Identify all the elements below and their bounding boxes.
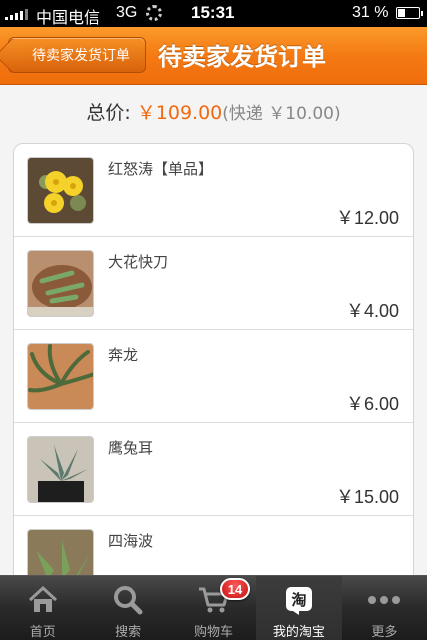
tab-home[interactable]: 首页 (0, 576, 85, 640)
list-item[interactable]: 四海波 (14, 516, 413, 582)
shipping-fee: (快递 ￥10.00) (222, 104, 341, 124)
svg-text:淘: 淘 (290, 591, 306, 609)
more-icon (368, 596, 401, 604)
search-icon (114, 586, 143, 615)
item-thumbnail (27, 436, 94, 503)
tab-label: 搜索 (115, 625, 142, 640)
item-price: ￥4.00 (345, 301, 399, 321)
item-thumbnail (27, 250, 94, 317)
item-name: 红怒涛【单品】 (108, 160, 214, 178)
order-item-list: 红怒涛【单品】 ￥12.00 大花快刀 ￥4.00 奔龙 ￥6.00 鹰兔耳 ￥… (13, 143, 414, 583)
item-thumbnail (27, 343, 94, 410)
battery-icon (396, 7, 423, 19)
back-button-label: 待卖家发货订单 (32, 48, 130, 64)
navigation-bar: 待卖家发货订单 待卖家发货订单 (0, 27, 427, 85)
carrier-name: 中国电信 (36, 10, 101, 27)
order-total: 总价: ￥109.00(快递 ￥10.00) (0, 98, 427, 125)
cart-count-badge: 14 (220, 578, 250, 600)
total-value: ￥109.00 (136, 102, 223, 124)
item-price: ￥15.00 (335, 487, 399, 507)
item-price: ￥12.00 (335, 208, 399, 228)
item-thumbnail (27, 157, 94, 224)
status-bar: 中国电信 3G 15:31 31 % (0, 0, 427, 27)
list-item[interactable]: 大花快刀 ￥4.00 (14, 237, 413, 330)
total-label: 总价: (86, 102, 131, 124)
list-item[interactable]: 鹰兔耳 ￥15.00 (14, 423, 413, 516)
item-name: 奔龙 (108, 346, 139, 364)
tab-label: 首页 (29, 625, 56, 640)
tab-label: 购物车 (194, 625, 234, 640)
tab-more[interactable]: 更多 (342, 576, 427, 640)
signal-strength-icon (5, 8, 28, 20)
tab-bar: 首页 搜索 购物车 淘 我的淘宝 更多 (0, 575, 427, 640)
tab-label: 我的淘宝 (272, 625, 325, 640)
status-time: 15:31 (191, 3, 235, 22)
item-name: 大花快刀 (108, 253, 169, 271)
tab-search[interactable]: 搜索 (85, 576, 170, 640)
tab-label: 更多 (371, 625, 398, 640)
network-type: 3G (116, 4, 138, 21)
activity-spinner-icon (146, 5, 162, 21)
tab-my-taobao[interactable]: 淘 我的淘宝 (256, 576, 342, 640)
battery-percent: 31 % (352, 4, 389, 21)
list-item[interactable]: 红怒涛【单品】 ￥12.00 (14, 144, 413, 237)
list-item[interactable]: 奔龙 ￥6.00 (14, 330, 413, 423)
item-name: 四海波 (108, 532, 154, 550)
item-name: 鹰兔耳 (108, 439, 154, 457)
back-button[interactable]: 待卖家发货订单 (8, 37, 146, 73)
item-price: ￥6.00 (345, 394, 399, 414)
taobao-icon: 淘 (285, 587, 312, 615)
home-icon (28, 585, 57, 612)
page-title: 待卖家发货订单 (158, 43, 326, 71)
